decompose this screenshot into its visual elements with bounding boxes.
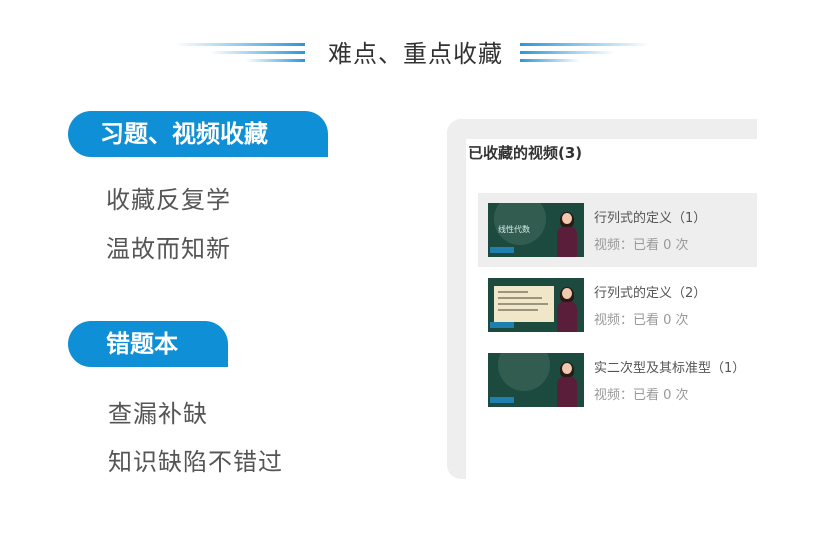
video-title[interactable]: 行列式的定义（2） [594, 282, 706, 301]
video-list-item[interactable]: 实二次型及其标准型（1） 视频：已看 0 次 [478, 343, 757, 417]
thumbnail-decoration [498, 353, 550, 391]
feature-tag-wrong-book: 错题本 [68, 321, 228, 367]
video-thumbnail[interactable] [488, 278, 584, 332]
favorites-panel-title: 已收藏的视频(3) [468, 144, 583, 162]
feature-line: 知识缺陷不错过 [108, 448, 283, 476]
teacher-figure [556, 362, 578, 407]
teacher-name-bar [490, 247, 514, 253]
page-title: 难点、重点收藏 [328, 40, 503, 68]
thumbnail-caption: 线性代数 [498, 225, 530, 234]
feature-line: 收藏反复学 [106, 186, 231, 214]
video-list-item[interactable]: 线性代数 行列式的定义（1） 视频：已看 0 次 [478, 193, 757, 267]
feature-line: 查漏补缺 [108, 400, 208, 428]
video-thumbnail[interactable] [488, 353, 584, 407]
header-decoration-line [520, 59, 580, 62]
header-decoration-line [520, 43, 650, 46]
video-list-item[interactable]: 行列式的定义（2） 视频：已看 0 次 [478, 268, 757, 342]
teacher-figure [556, 212, 578, 257]
video-view-count: 视频：已看 0 次 [594, 238, 689, 253]
video-thumbnail[interactable]: 线性代数 [488, 203, 584, 257]
slide-board [494, 286, 554, 322]
video-view-count: 视频：已看 0 次 [594, 388, 689, 403]
video-view-count: 视频：已看 0 次 [594, 313, 689, 328]
teacher-name-bar [490, 322, 514, 328]
video-title[interactable]: 行列式的定义（1） [594, 207, 706, 226]
feature-line: 温故而知新 [106, 235, 231, 263]
teacher-figure [556, 287, 578, 332]
feature-tag-favorites: 习题、视频收藏 [68, 111, 328, 157]
teacher-name-bar [490, 397, 514, 403]
header-decoration-line [520, 51, 615, 54]
video-title[interactable]: 实二次型及其标准型（1） [594, 357, 745, 376]
